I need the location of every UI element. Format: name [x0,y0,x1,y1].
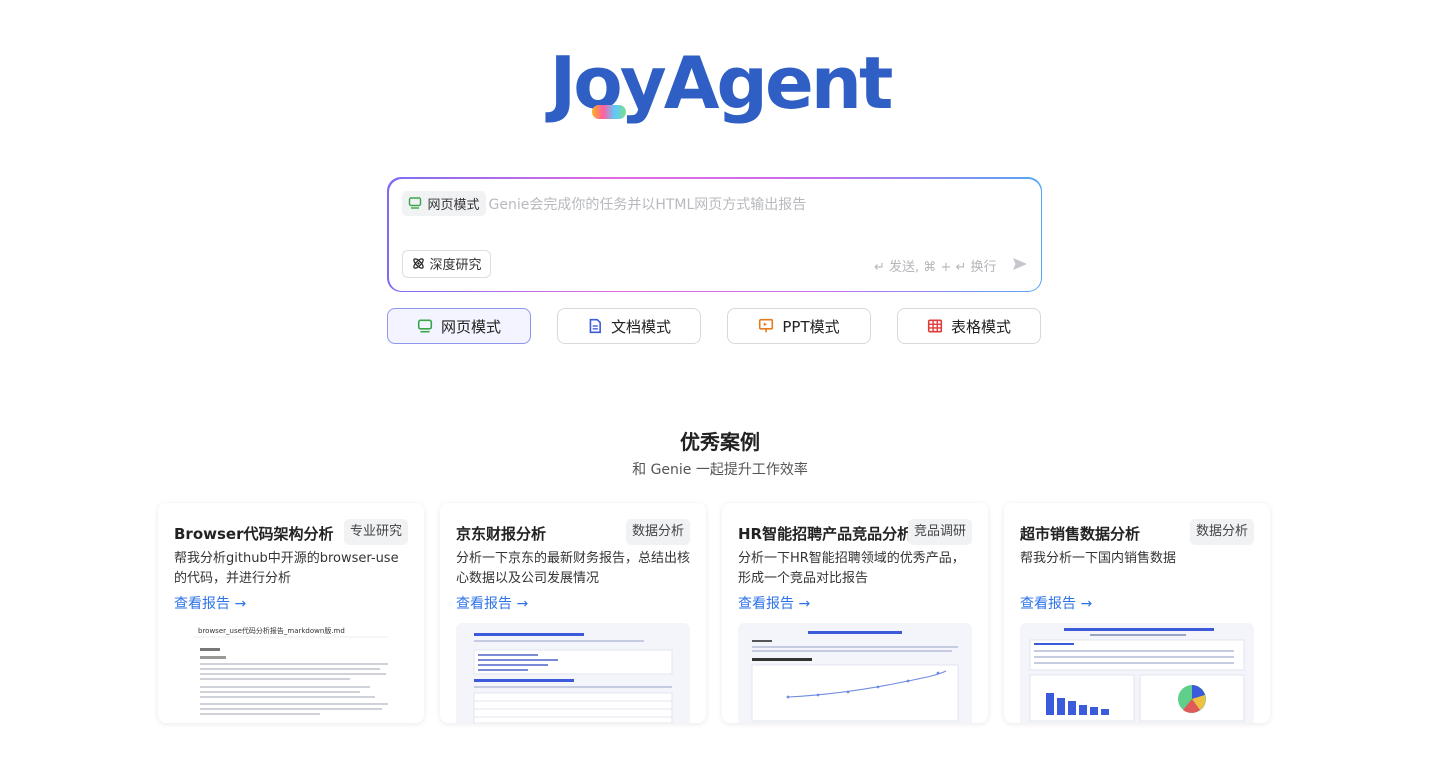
monitor-icon [417,319,433,333]
card-tag: 数据分析 [1189,519,1254,545]
atom-icon [412,258,424,269]
joyagent-logo: JoyAgent [549,41,894,125]
card-description: 帮我分析github中开源的browser-use的代码，并进行分析 [174,551,399,586]
view-report-link[interactable]: 查看报告 → [456,593,528,613]
current-mode-label: 网页模式 [427,197,480,213]
mode-button-web[interactable]: 网页模式 [387,308,531,344]
mode-button-ppt[interactable]: PPT模式 [727,308,871,344]
card-tag: 竞品调研 [907,519,972,545]
view-report-link[interactable]: 查看报告 → [174,593,246,613]
current-mode-chip[interactable]: 网页模式 [401,190,486,216]
table-icon [927,319,943,333]
presentation-icon [759,318,774,333]
card-description: 分析一下京东的最新财务报告，总结出核心数据以及公司发展情况 [456,551,691,586]
deep-research-label: 深度研究 [429,258,482,273]
section-subtitle: 和 Genie 一起提升工作效率 [632,462,808,478]
card-title: 超市销售数据分析 [1020,525,1141,543]
monitor-icon [408,197,421,209]
card-title: HR智能招聘产品竞品分析 [738,525,913,543]
card-description: 分析一下HR智能招聘领域的优秀产品，形成一个竞品对比报告 [738,551,965,586]
case-card-supermarket[interactable]: 超市销售数据分析 数据分析 帮我分析一下国内销售数据 查看报告 → [1004,503,1270,723]
view-report-link[interactable]: 查看报告 → [1020,593,1092,613]
composer: 网页模式 Genie会完成你的任务并以HTML网页方式输出报告 深度研究 ↵ 发… [387,177,1042,292]
prompt-input[interactable]: Genie会完成你的任务并以HTML网页方式输出报告 [489,194,807,214]
card-tag: 专业研究 [343,519,408,545]
card-title: Browser代码架构分析 [174,525,334,543]
document-icon [589,318,601,334]
case-cards: Browser代码架构分析 专业研究 帮我分析github中开源的browser… [158,503,1270,723]
mode-label: 文档模式 [610,317,671,336]
mode-label: PPT模式 [782,317,840,336]
card-description: 帮我分析一下国内销售数据 [1020,551,1177,566]
report-preview [456,623,690,723]
mode-label: 表格模式 [950,317,1011,336]
view-report-link[interactable]: 查看报告 → [738,593,810,613]
case-card-browser[interactable]: Browser代码架构分析 专业研究 帮我分析github中开源的browser… [158,503,424,723]
mode-label: 网页模式 [440,317,501,336]
mode-button-document[interactable]: 文档模式 [557,308,701,344]
report-preview [1020,623,1254,723]
card-tag: 数据分析 [625,519,690,545]
preview-title: browser_use代码分析报告_markdown版.md [198,627,345,635]
mode-button-table[interactable]: 表格模式 [897,308,1041,344]
case-card-jd-finance[interactable]: 京东财报分析 数据分析 分析一下京东的最新财务报告，总结出核心数据以及公司发展情… [440,503,706,723]
section-title: 优秀案例 [680,430,760,454]
card-title: 京东财报分析 [456,525,547,543]
deep-research-button[interactable]: 深度研究 [401,249,491,278]
logo-swoosh [592,105,626,119]
report-preview [738,623,972,723]
mode-selector: 网页模式 文档模式 PPT模式 表格模式 [387,308,1041,344]
send-hint: ↵ 发送, ⌘ + ↵ 换行 [874,259,997,275]
send-icon[interactable] [1011,255,1029,273]
report-preview: browser_use代码分析报告_markdown版.md [174,623,408,723]
case-card-hr-competitor[interactable]: HR智能招聘产品竞品分析 竞品调研 分析一下HR智能招聘领域的优秀产品，形成一个… [722,503,988,723]
